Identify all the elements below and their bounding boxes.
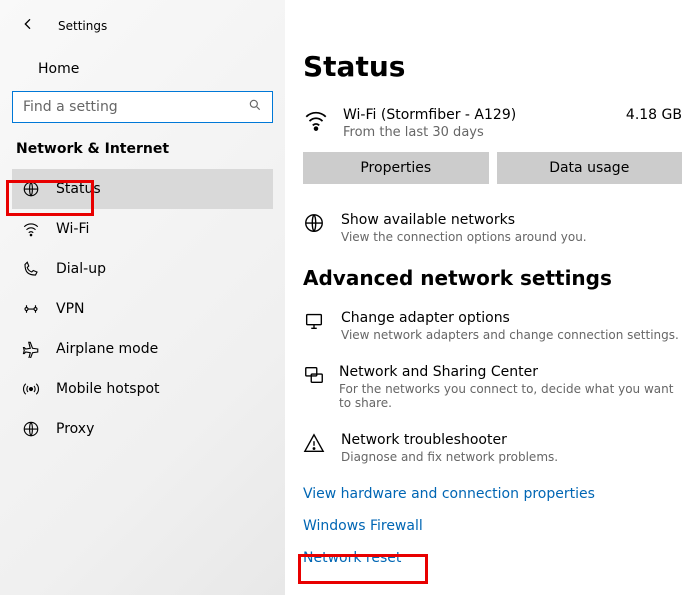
home-label: Home	[38, 61, 79, 77]
sidebar-item-label: Proxy	[56, 421, 94, 437]
back-button[interactable]	[20, 16, 36, 35]
item-title: Show available networks	[341, 212, 587, 228]
sidebar: Settings Home Network & Internet Status …	[0, 0, 285, 595]
sidebar-item-hotspot[interactable]: Mobile hotspot	[12, 369, 273, 409]
link-view-hardware[interactable]: View hardware and connection properties	[303, 486, 682, 502]
sidebar-item-status[interactable]: Status	[12, 169, 273, 209]
sidebar-item-label: Status	[56, 181, 101, 197]
app-title: Settings	[58, 19, 107, 33]
search-icon	[248, 98, 262, 116]
item-desc: View the connection options around you.	[341, 230, 587, 244]
item-title: Network and Sharing Center	[339, 364, 682, 380]
item-desc: Diagnose and fix network problems.	[341, 450, 558, 464]
titlebar: Settings	[12, 16, 273, 53]
troubleshoot-icon	[303, 432, 327, 458]
link-windows-firewall[interactable]: Windows Firewall	[303, 518, 682, 534]
vpn-icon	[22, 300, 40, 318]
sidebar-item-dialup[interactable]: Dial-up	[12, 249, 273, 289]
data-usage-amount: 4.18 GB	[626, 107, 682, 123]
content-pane: Status Wi-Fi (Stormfiber - A129) From th…	[285, 0, 700, 595]
dialup-icon	[22, 260, 40, 278]
search-input[interactable]	[23, 99, 248, 115]
sidebar-item-vpn[interactable]: VPN	[12, 289, 273, 329]
page-title: Status	[303, 50, 682, 83]
home-button[interactable]: Home	[12, 53, 273, 91]
status-icon	[22, 180, 40, 198]
item-title: Change adapter options	[341, 310, 679, 326]
sidebar-item-label: VPN	[56, 301, 85, 317]
proxy-icon	[22, 420, 40, 438]
sidebar-item-label: Wi-Fi	[56, 221, 89, 237]
item-desc: For the networks you connect to, decide …	[339, 382, 682, 410]
sidebar-item-label: Dial-up	[56, 261, 106, 277]
connection-summary: Wi-Fi (Stormfiber - A129) From the last …	[303, 107, 682, 140]
network-troubleshooter[interactable]: Network troubleshooter Diagnose and fix …	[303, 432, 682, 464]
sidebar-item-wifi[interactable]: Wi-Fi	[12, 209, 273, 249]
properties-button[interactable]: Properties	[303, 152, 489, 184]
globe-icon	[303, 212, 327, 238]
connection-subtitle: From the last 30 days	[343, 125, 612, 140]
sidebar-item-label: Mobile hotspot	[56, 381, 160, 397]
advanced-title: Advanced network settings	[303, 266, 682, 290]
data-usage-button[interactable]: Data usage	[497, 152, 683, 184]
connection-name: Wi-Fi (Stormfiber - A129)	[343, 107, 612, 123]
category-title: Network & Internet	[12, 141, 273, 169]
change-adapter-options[interactable]: Change adapter options View network adap…	[303, 310, 682, 342]
sidebar-item-proxy[interactable]: Proxy	[12, 409, 273, 449]
network-sharing-center[interactable]: Network and Sharing Center For the netwo…	[303, 364, 682, 410]
show-available-networks[interactable]: Show available networks View the connect…	[303, 212, 682, 244]
adapter-icon	[303, 310, 327, 336]
item-desc: View network adapters and change connect…	[341, 328, 679, 342]
sharing-icon	[303, 364, 325, 390]
wifi-icon	[303, 107, 329, 137]
item-title: Network troubleshooter	[341, 432, 558, 448]
airplane-icon	[22, 340, 40, 358]
hotspot-icon	[22, 380, 40, 398]
sidebar-item-label: Airplane mode	[56, 341, 158, 357]
sidebar-item-airplane[interactable]: Airplane mode	[12, 329, 273, 369]
search-box[interactable]	[12, 91, 273, 123]
link-network-reset[interactable]: Network reset	[303, 550, 682, 566]
wifi-icon	[22, 220, 40, 238]
